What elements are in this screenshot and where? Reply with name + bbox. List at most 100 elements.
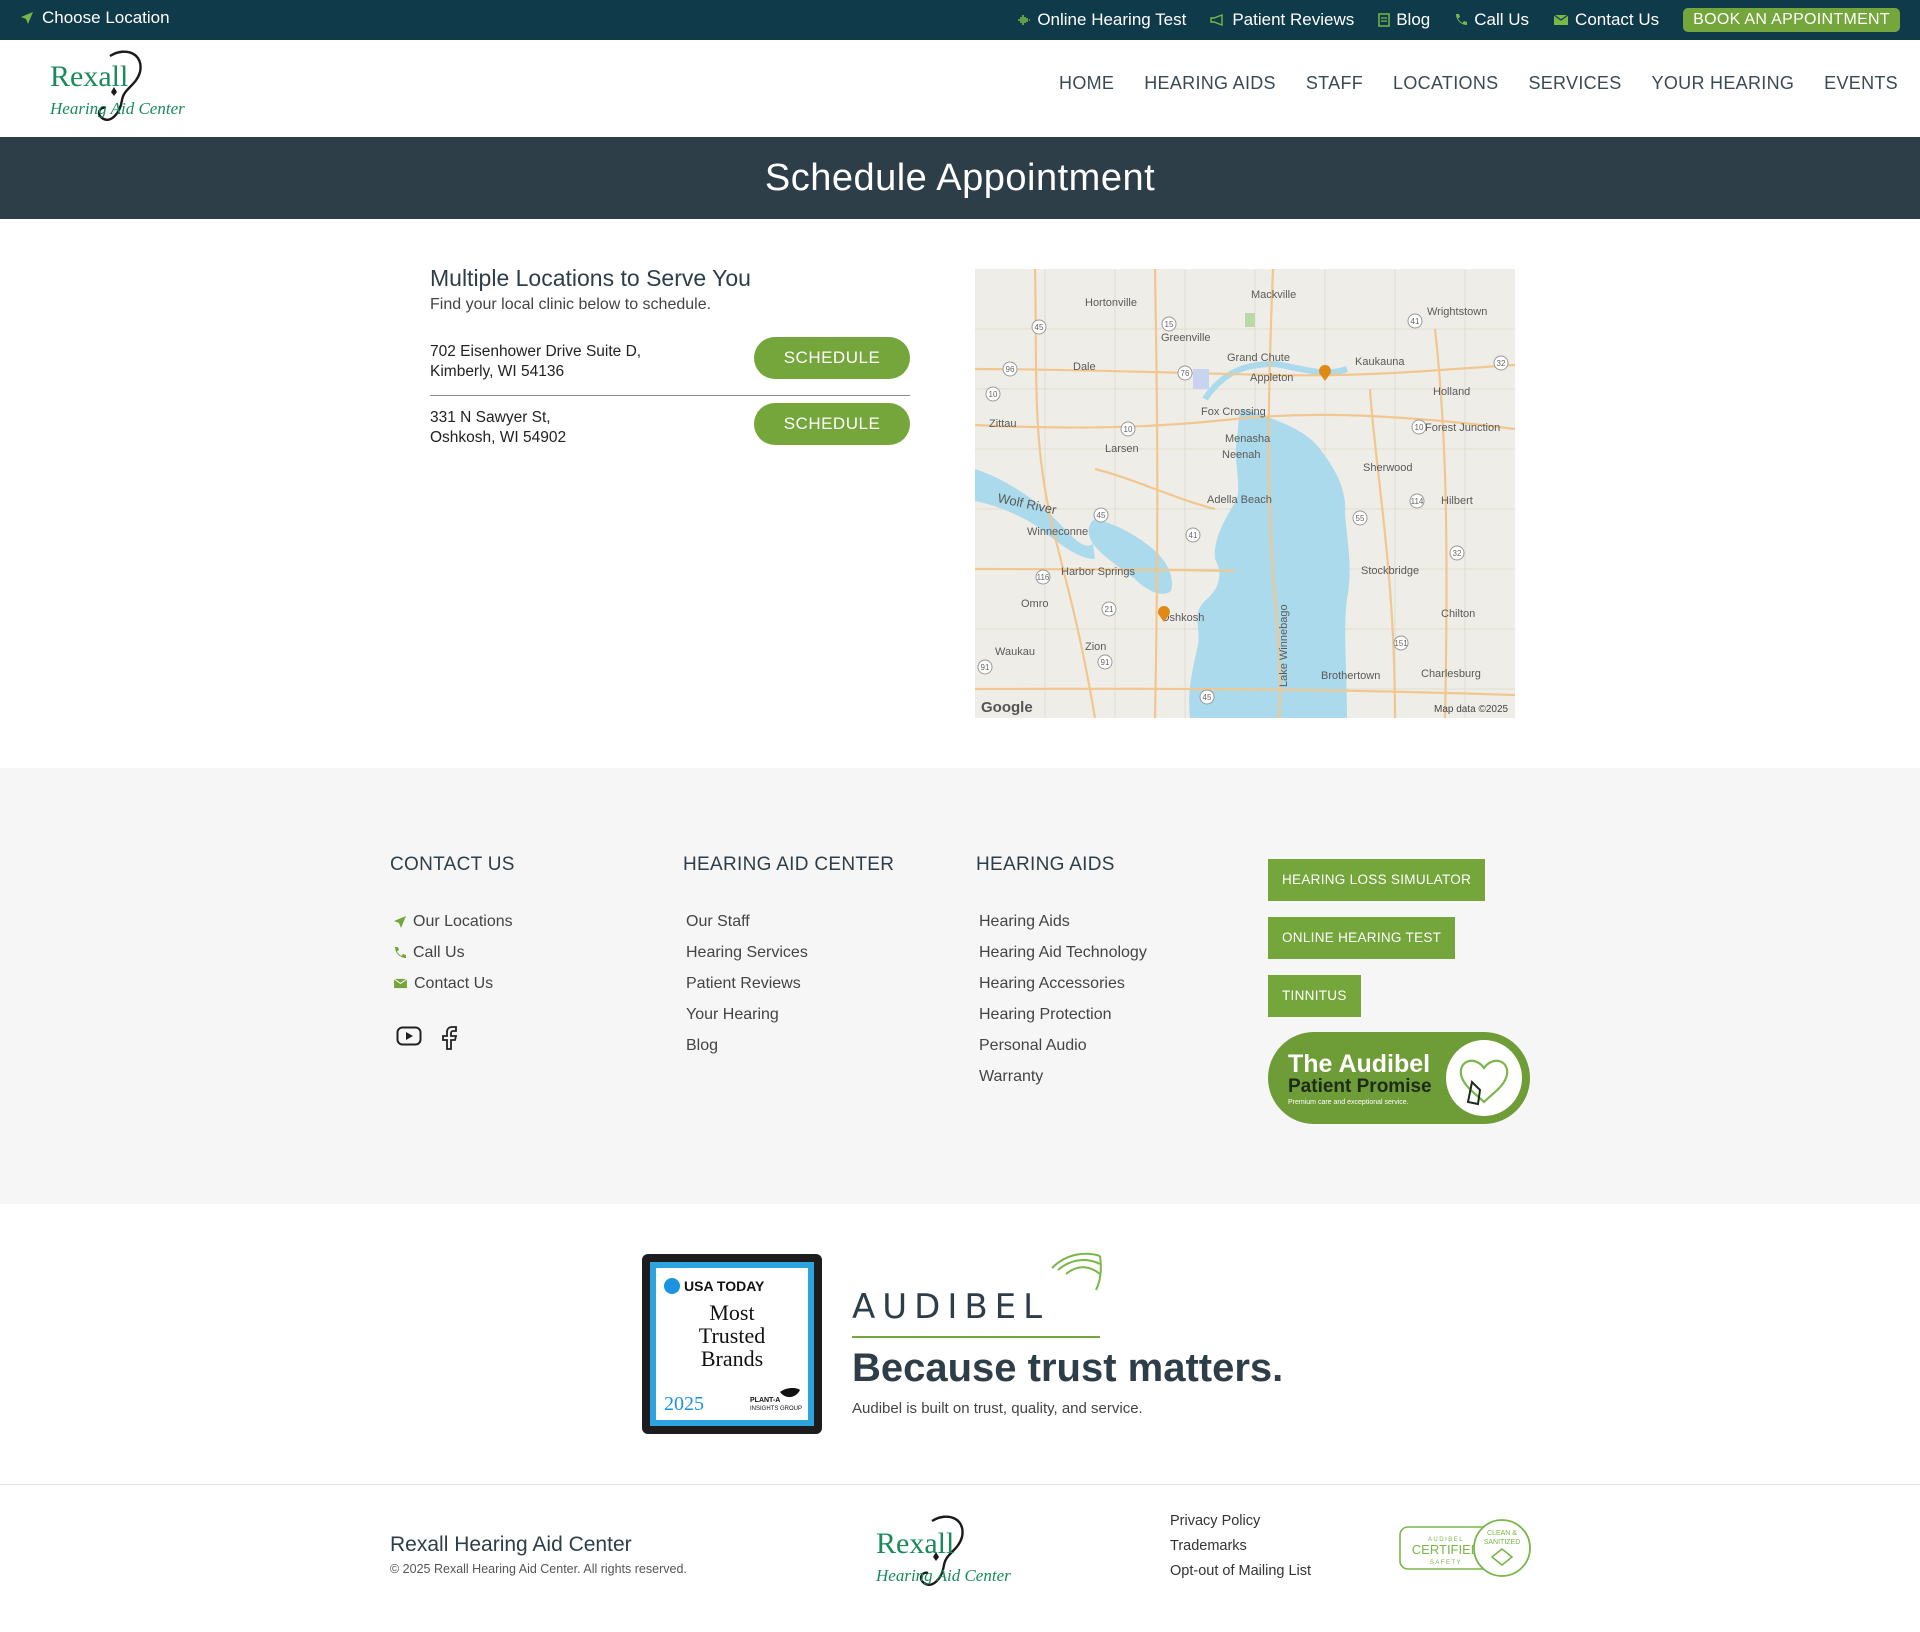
audibel-swoosh-icon <box>1051 1252 1102 1291</box>
online-hearing-test-link[interactable]: Online Hearing Test <box>1017 10 1186 30</box>
svg-text:Sherwood: Sherwood <box>1363 462 1413 474</box>
patient-reviews-link[interactable]: Patient Reviews <box>1210 10 1354 30</box>
badge-sponsor-2: INSIGHTS GROUP <box>750 1406 802 1412</box>
footer-contact-heading: CONTACT US <box>390 854 515 875</box>
badge-year: 2025 <box>664 1393 704 1415</box>
svg-text:Grand Chute: Grand Chute <box>1227 352 1290 364</box>
location-arrow-icon <box>21 12 33 24</box>
svg-text:Waukau: Waukau <box>995 646 1035 658</box>
svg-text:Fox Crossing: Fox Crossing <box>1201 406 1266 418</box>
svg-text:41: 41 <box>1189 531 1198 540</box>
site-footer: CONTACT US Our Locations Call Us Contact… <box>0 768 1920 1204</box>
logo-word-hearing: Hearing Aid Center <box>49 99 185 118</box>
privacy-policy-link[interactable]: Privacy Policy <box>1170 1513 1311 1538</box>
footer-link-hearing-aids[interactable]: Hearing Aids <box>976 906 1147 937</box>
online-hearing-test-button[interactable]: ONLINE HEARING TEST <box>1268 917 1456 959</box>
nav-locations[interactable]: LOCATIONS <box>1393 73 1498 94</box>
location-arrow-icon <box>394 915 406 928</box>
usa-today-badge: USA TODAY Most Trusted Brands 2025 PLANT… <box>642 1254 822 1434</box>
footer-link-hearing-aid-technology[interactable]: Hearing Aid Technology <box>976 937 1147 968</box>
nav-your-hearing[interactable]: YOUR HEARING <box>1652 73 1795 94</box>
footer-link-patient-reviews[interactable]: Patient Reviews <box>683 968 894 999</box>
address-line-2: Kimberly, WI 54136 <box>430 363 565 380</box>
svg-text:Mackville: Mackville <box>1251 289 1296 301</box>
usa-today-dot-icon <box>664 1278 680 1294</box>
site-logo[interactable]: Rexall Hearing Aid Center <box>48 48 208 132</box>
trust-text: Audibel is built on trust, quality, and … <box>852 1400 1143 1417</box>
svg-text:Neenah: Neenah <box>1222 449 1261 461</box>
svg-text:10: 10 <box>989 390 998 399</box>
svg-text:10: 10 <box>1415 423 1424 432</box>
nav-staff[interactable]: STAFF <box>1306 73 1363 94</box>
svg-text:Larsen: Larsen <box>1105 443 1139 455</box>
footer-contact-us-link[interactable]: Contact Us <box>390 968 515 999</box>
facebook-icon[interactable] <box>440 1025 458 1051</box>
locations-map[interactable]: 45 15 41 32 96 76 10 10 10 114 45 41 55 … <box>975 269 1515 718</box>
svg-text:45: 45 <box>1097 511 1106 520</box>
footer-link-blog[interactable]: Blog <box>683 1030 894 1061</box>
badge-brand: USA TODAY <box>684 1278 765 1294</box>
logo-word-rexall: Rexall <box>50 60 128 93</box>
nav-home[interactable]: HOME <box>1059 73 1114 94</box>
call-us-label: Call Us <box>1474 10 1530 29</box>
megaphone-icon <box>1210 14 1224 26</box>
tinnitus-button[interactable]: TINNITUS <box>1268 975 1361 1017</box>
main-header: Rexall Hearing Aid Center HOME HEARING A… <box>0 40 1920 137</box>
page-title-band: Schedule Appointment <box>0 137 1920 219</box>
cert-badge-2: SANITIZED <box>1484 1539 1521 1546</box>
svg-text:Chilton: Chilton <box>1441 608 1475 620</box>
schedule-button-oshkosh[interactable]: SCHEDULE <box>754 403 910 445</box>
trademarks-link[interactable]: Trademarks <box>1170 1538 1311 1563</box>
social-links <box>390 1025 515 1051</box>
choose-location-link[interactable]: Choose Location <box>20 8 170 28</box>
book-appointment-button[interactable]: BOOK AN APPOINTMENT <box>1683 8 1900 32</box>
opt-out-link[interactable]: Opt-out of Mailing List <box>1170 1563 1311 1588</box>
svg-text:Adella Beach: Adella Beach <box>1207 494 1272 506</box>
footer-link-hearing-accessories[interactable]: Hearing Accessories <box>976 968 1147 999</box>
footer-logo[interactable]: Rexall Hearing Aid Center <box>870 1513 1030 1599</box>
svg-text:91: 91 <box>1101 658 1110 667</box>
location-row-oshkosh: 331 N Sawyer St, Oshkosh, WI 54902 SCHED… <box>430 398 910 462</box>
nav-events[interactable]: EVENTS <box>1824 73 1898 94</box>
address-line-2: Oshkosh, WI 54902 <box>430 429 567 446</box>
promise-line-3: Premium care and exceptional service. <box>1288 1099 1409 1106</box>
trust-section: USA TODAY Most Trusted Brands 2025 PLANT… <box>0 1204 1920 1484</box>
footer-link-hearing-services[interactable]: Hearing Services <box>683 937 894 968</box>
svg-text:15: 15 <box>1165 320 1174 329</box>
footer-call-us-link[interactable]: Call Us <box>390 937 515 968</box>
copyright-text: © 2025 Rexall Hearing Aid Center. All ri… <box>390 1562 687 1576</box>
schedule-button-kimberly[interactable]: SCHEDULE <box>754 337 910 379</box>
google-logo: Google <box>981 699 1033 716</box>
svg-text:151: 151 <box>1394 639 1408 648</box>
footer-link-your-hearing[interactable]: Your Hearing <box>683 999 894 1030</box>
footer-link-warranty[interactable]: Warranty <box>976 1061 1147 1092</box>
footer-our-locations-link[interactable]: Our Locations <box>390 906 515 937</box>
svg-text:Holland: Holland <box>1433 386 1470 398</box>
svg-text:76: 76 <box>1181 369 1190 378</box>
footer-aids-heading: HEARING AIDS <box>976 854 1115 875</box>
youtube-icon[interactable] <box>396 1025 422 1047</box>
svg-text:Zittau: Zittau <box>989 418 1017 430</box>
patient-promise-badge[interactable]: The Audibel Patient Promise Premium care… <box>1268 1032 1530 1124</box>
contact-us-link[interactable]: Contact Us <box>1553 10 1659 30</box>
svg-text:Stockbridge: Stockbridge <box>1361 565 1419 577</box>
blog-link[interactable]: Blog <box>1378 10 1430 30</box>
svg-text:96: 96 <box>1006 365 1015 374</box>
svg-text:Lake Winnebago: Lake Winnebago <box>1278 604 1290 687</box>
svg-text:Charlesburg: Charlesburg <box>1421 668 1481 680</box>
nav-hearing-aids[interactable]: HEARING AIDS <box>1144 73 1276 94</box>
legal-links: Privacy Policy Trademarks Opt-out of Mai… <box>1170 1513 1311 1588</box>
call-us-link[interactable]: Call Us <box>1454 10 1529 30</box>
locations-section: Multiple Locations to Serve You Find you… <box>430 265 910 462</box>
footer-link-hearing-protection[interactable]: Hearing Protection <box>976 999 1147 1030</box>
svg-text:Forest Junction: Forest Junction <box>1425 422 1500 434</box>
nav-services[interactable]: SERVICES <box>1528 73 1621 94</box>
footer-link-our-staff[interactable]: Our Staff <box>683 906 894 937</box>
utility-links: Online Hearing Test Patient Reviews Blog… <box>1017 8 1900 32</box>
svg-text:Hortonville: Hortonville <box>1085 297 1137 309</box>
badge-sponsor-1: PLANT-A <box>750 1397 780 1404</box>
cert-bottom: SAFETY <box>1430 1560 1462 1566</box>
footer-link-personal-audio[interactable]: Personal Audio <box>976 1030 1147 1061</box>
hearing-loss-simulator-button[interactable]: HEARING LOSS SIMULATOR <box>1268 859 1486 901</box>
badge-line-3: Brands <box>701 1346 763 1371</box>
